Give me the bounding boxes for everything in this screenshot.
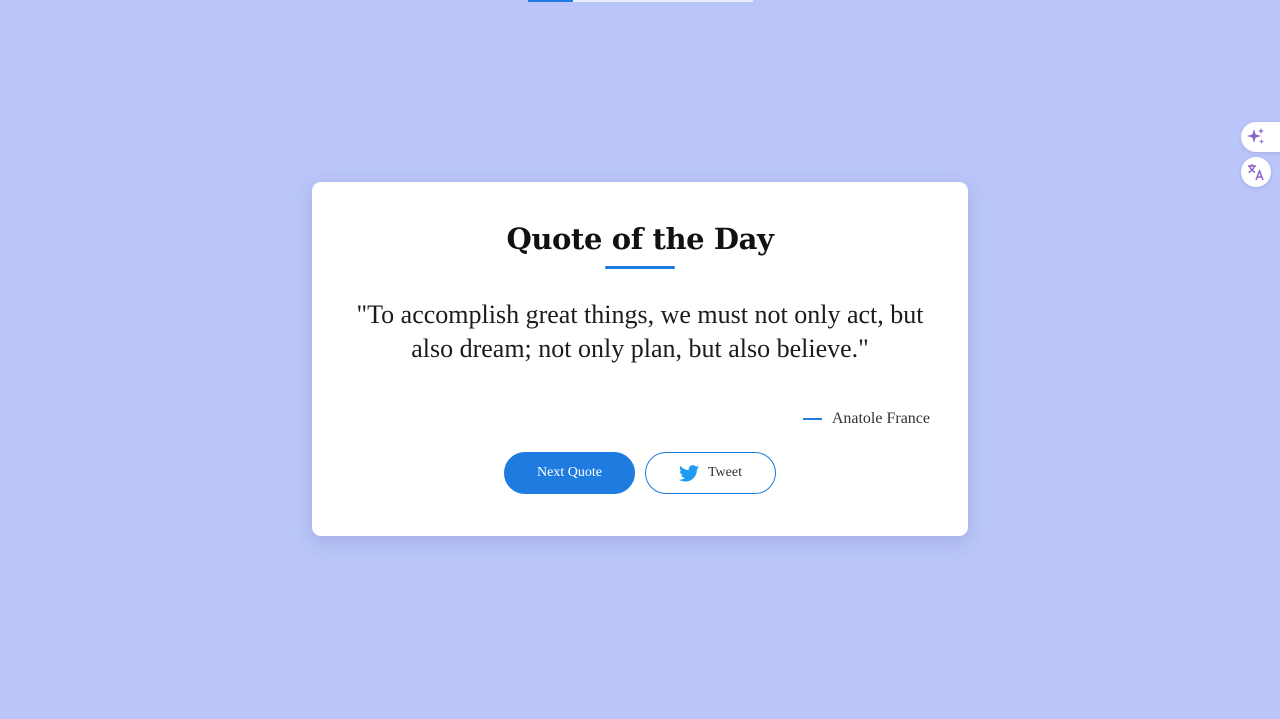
translate-widget-button[interactable] — [1241, 157, 1271, 187]
sparkle-widget-button[interactable] — [1241, 122, 1280, 152]
top-progress-bar — [528, 0, 753, 2]
card-title: Quote of the Day — [506, 222, 774, 256]
button-row: Next Quote Tweet — [312, 452, 968, 494]
author-row: Anatole France — [802, 410, 930, 428]
next-quote-label: Next Quote — [537, 465, 602, 480]
translate-icon — [1246, 162, 1266, 182]
sparkle-icon — [1246, 127, 1266, 147]
tweet-label: Tweet — [707, 465, 742, 480]
quote-card: Quote of the Day "To accomplish great th… — [312, 182, 968, 536]
author-name: Anatole France — [831, 410, 930, 427]
quote-text: "To accomplish great things, we must not… — [356, 300, 924, 363]
tweet-button[interactable]: Tweet — [645, 452, 776, 494]
next-quote-button[interactable]: Next Quote — [504, 452, 635, 494]
top-progress-fill — [528, 0, 573, 2]
author-dash — [802, 418, 822, 420]
twitter-icon — [678, 464, 699, 482]
title-underline — [605, 266, 675, 269]
